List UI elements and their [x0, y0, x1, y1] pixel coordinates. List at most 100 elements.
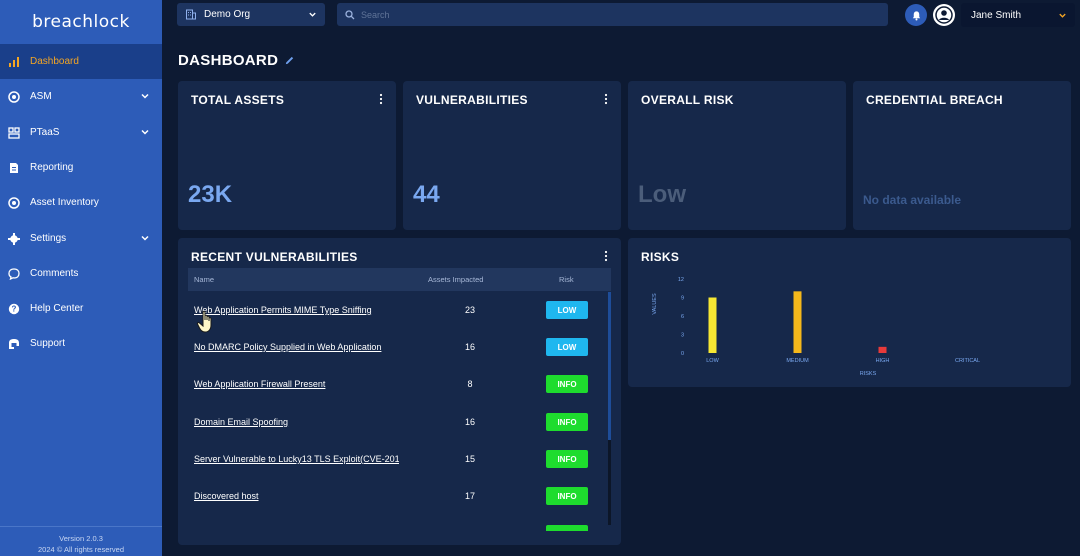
version-label: Version 2.0.3 [59, 534, 103, 543]
copyright-label: 2024 © All rights reserved [38, 545, 124, 554]
vulnerability-name-link[interactable]: Domain Email Spoofing [194, 417, 399, 427]
x-axis-label: RISKS [860, 371, 877, 377]
table-row[interactable]: Domain Email Spoofing 16 INFO [188, 405, 598, 442]
sidebar-item-ptaas[interactable]: PTaaS [0, 115, 162, 150]
overall-risk-card[interactable]: OVERALL RISK Low [628, 81, 846, 230]
risk-badge: INFO [546, 413, 588, 431]
bar-low [708, 297, 717, 353]
assets-impacted-count: 17 [464, 491, 475, 501]
assets-impacted-count: 23 [464, 305, 475, 315]
bar-medium [793, 291, 802, 353]
search-input[interactable] [361, 9, 841, 20]
vulnerability-name-link[interactable]: No DMARC Policy Supplied in Web Applicat… [194, 342, 399, 352]
assets-impacted-count: 8 [467, 379, 473, 389]
more-vertical-icon[interactable] [378, 93, 384, 105]
risk-badge: LOW [546, 301, 588, 319]
page-title-text: DASHBOARD [178, 52, 279, 69]
sidebar-item-help-center[interactable]: ? Help Center [0, 291, 162, 326]
brand-logo[interactable]: breachlock [0, 0, 162, 44]
total-assets-card[interactable]: TOTAL ASSETS 23K [178, 81, 396, 230]
assets-impacted-count: 16 [464, 417, 475, 427]
risk-badge-partial [546, 525, 588, 531]
grid-icon [8, 126, 20, 139]
overall-risk-value: Low [638, 181, 686, 208]
sidebar-item-comments[interactable]: Comments [0, 256, 162, 291]
more-vertical-icon[interactable] [603, 250, 609, 262]
vulnerability-name-link[interactable]: Web Application Permits MIME Type Sniffi… [194, 305, 399, 315]
page-title: DASHBOARD [178, 52, 295, 69]
chevron-down-icon[interactable] [140, 233, 150, 243]
vulnerabilities-card[interactable]: VULNERABILITIES 44 [403, 81, 621, 230]
table-row[interactable]: Web Application Permits MIME Type Sniffi… [188, 293, 598, 330]
svg-text:?: ? [12, 304, 17, 313]
building-icon [186, 9, 196, 20]
risks-card: RISKS 0 3 6 9 12 VALUES LOW MEDIUM HIGH CRITICAL R… [628, 238, 1071, 387]
sidebar-item-reporting[interactable]: Reporting [0, 150, 162, 185]
y-tick-label: 9 [681, 296, 684, 302]
y-tick-label: 0 [681, 351, 684, 357]
risk-badge: LOW [546, 338, 588, 356]
topbar: Demo Org Jane Smith [162, 0, 1080, 30]
pencil-icon[interactable] [284, 55, 295, 66]
sidebar-item-label: Asset Inventory [30, 197, 99, 208]
sidebar-item-label: Comments [30, 268, 79, 279]
table-row[interactable]: Server Vulnerable to Lucky13 TLS Exploit… [188, 442, 598, 479]
sidebar-item-support[interactable]: Support [0, 326, 162, 361]
sidebar-item-asm[interactable]: ASM [0, 79, 162, 114]
card-title: CREDENTIAL BREACH [866, 93, 1003, 107]
hand-cursor-icon [196, 310, 212, 333]
search-bar[interactable] [337, 3, 888, 26]
search-icon [345, 9, 355, 19]
table-row[interactable]: Discovered host 17 INFO [188, 479, 598, 516]
comment-icon [8, 267, 20, 280]
chevron-down-icon[interactable] [140, 127, 150, 137]
card-title: TOTAL ASSETS [191, 93, 285, 107]
sidebar-item-label: Support [30, 338, 66, 349]
sidebar-item-label: Settings [30, 233, 67, 244]
table-row[interactable]: No DMARC Policy Supplied in Web Applicat… [188, 330, 598, 367]
x-tick-label: CRITICAL [955, 358, 980, 364]
vulnerability-name-link[interactable]: Web Application Firewall Present [194, 379, 399, 389]
card-title: OVERALL RISK [641, 93, 734, 107]
total-assets-value: 23K [188, 181, 233, 208]
x-tick-label: HIGH [876, 358, 890, 364]
vulnerabilities-value: 44 [413, 181, 440, 208]
sidebar-item-asset-inventory[interactable]: Asset Inventory [0, 185, 162, 220]
sidebar-item-label: Dashboard [30, 56, 79, 67]
notifications-button[interactable] [905, 4, 927, 26]
sidebar: breachlock Dashboard ASM PTaaS Reporting Ass… [0, 0, 162, 556]
more-vertical-icon[interactable] [603, 93, 609, 105]
help-icon: ? [8, 303, 20, 315]
scrollbar-track[interactable] [608, 440, 611, 525]
bar-high [878, 346, 887, 353]
column-header-assets[interactable]: Assets Impacted [428, 275, 483, 284]
vulnerability-name-link[interactable]: Server Vulnerable to Lucky13 TLS Exploit… [194, 454, 399, 464]
vulnerability-name-link[interactable]: Discovered host [194, 491, 399, 501]
assets-impacted-count: 15 [464, 454, 475, 464]
org-selector[interactable]: Demo Org [177, 3, 325, 26]
card-title: VULNERABILITIES [416, 93, 528, 107]
table-row[interactable]: Web Application Firewall Present 8 INFO [188, 367, 598, 404]
y-tick-label: 12 [678, 277, 684, 283]
user-avatar[interactable] [933, 4, 955, 26]
card-title: RECENT VULNERABILITIES [191, 250, 358, 264]
sidebar-item-label: Reporting [30, 162, 74, 173]
gear-icon [8, 232, 20, 245]
sidebar-item-label: Help Center [30, 303, 84, 314]
x-tick-label: MEDIUM [786, 358, 809, 364]
sidebar-item-settings[interactable]: Settings [0, 221, 162, 256]
target-icon [8, 196, 20, 209]
column-header-name[interactable]: Name [194, 275, 214, 284]
version-info: Version 2.0.3 2024 © All rights reserved [0, 526, 162, 556]
chevron-down-icon [309, 12, 316, 17]
user-menu[interactable]: Jane Smith [961, 3, 1075, 27]
support-icon [8, 338, 20, 350]
y-tick-label: 3 [681, 333, 684, 339]
scrollbar-thumb[interactable] [608, 292, 611, 440]
sidebar-item-label: PTaaS [30, 127, 60, 138]
sidebar-item-dashboard[interactable]: Dashboard [0, 44, 162, 79]
chevron-down-icon[interactable] [140, 91, 150, 101]
y-tick-label: 6 [681, 314, 684, 320]
column-header-risk[interactable]: Risk [559, 275, 574, 284]
credential-breach-card[interactable]: CREDENTIAL BREACH No data available [853, 81, 1071, 230]
